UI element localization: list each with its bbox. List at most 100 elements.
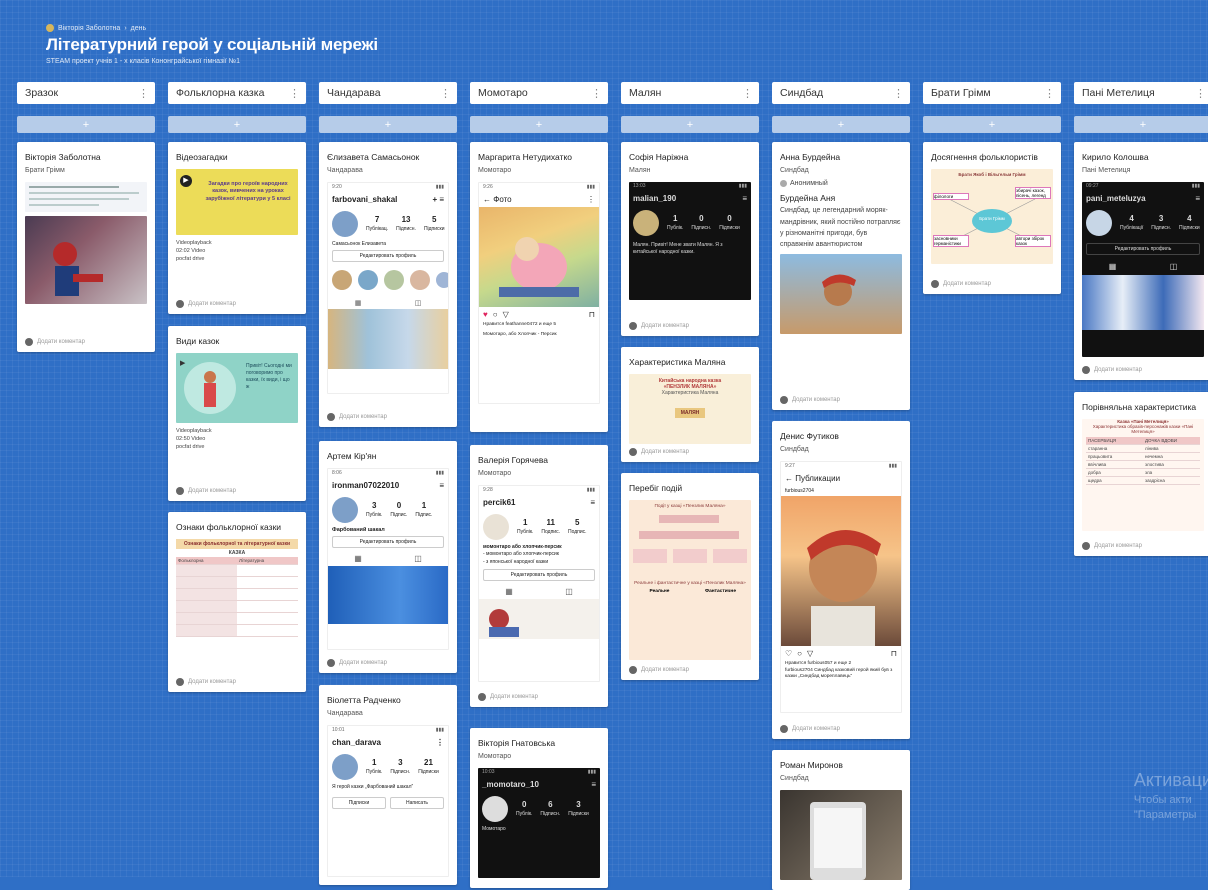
add-post-button[interactable]: + <box>772 116 910 133</box>
column-header[interactable]: Момотаро ⋮ <box>470 82 608 104</box>
table-row <box>176 588 298 601</box>
phone-in-hand <box>810 801 866 880</box>
post-card[interactable]: Вікторія Заболотна Брати Грімм Додати ко… <box>17 142 155 352</box>
profile-avatar <box>483 513 509 540</box>
add-comment-button[interactable]: Додати коментар <box>327 659 387 667</box>
column-momotaro: Момотаро ⋮ + Маргарита Нетудихатко Момота… <box>470 82 608 888</box>
post-card[interactable]: Роман Миронов Синдбад <box>772 750 910 890</box>
post-card[interactable]: Маргарита Нетудихатко Момотаро 9:26 ▮▮▮ ←… <box>470 142 608 432</box>
instagram-profile-screenshot: 10:01 ▮▮▮ chan_darava ⋮ 1 Публік. 3 Підписн.… <box>327 724 449 877</box>
more-vertical-icon[interactable]: ⋮ <box>289 87 300 100</box>
table-row <box>176 576 298 589</box>
more-vertical-icon[interactable]: ⋮ <box>440 87 451 100</box>
post-card[interactable]: Перебіг подій Події у казці «Пензлик Мал… <box>621 473 759 680</box>
add-comment-button[interactable]: Додати коментар <box>1082 542 1142 550</box>
photo-grid <box>479 599 599 640</box>
page-subtitle: STEAM проект учнів 1 - х класів Кононгра… <box>46 58 241 65</box>
post-card[interactable]: Ознаки фольклорної казки Ознаки фольклор… <box>168 512 306 692</box>
column-header[interactable]: Пані Метелиця ⋮ <box>1074 82 1208 104</box>
post-card[interactable]: Віолетта Радченко Чандарава 10:01 ▮▮▮ cha… <box>319 685 457 885</box>
profile-avatar <box>482 795 508 822</box>
add-post-button[interactable]: + <box>17 116 155 133</box>
post-card[interactable]: Досягнення фольклористів Брати Якоб і Ві… <box>923 142 1061 294</box>
card-title: Вікторія Заболотна <box>25 152 101 162</box>
post-card[interactable]: Софія Наріжна Малян 13:03 ▮▮▮ malian_190 ≡… <box>621 142 759 336</box>
video-caption: Привіт! Сьогодні ми поговоримо про казки… <box>246 362 292 390</box>
add-comment-button[interactable]: Додати коментар <box>931 280 991 288</box>
column-sindbad: Синдбад ⋮ + Анна Бурдейна Синдбад Анонимн… <box>772 82 910 890</box>
profile-avatar <box>332 496 358 523</box>
add-comment-button[interactable]: Додати коментар <box>629 666 689 674</box>
post-card[interactable]: Види казок ▶ Привіт! Сьогодні ми поговор… <box>168 326 306 501</box>
add-post-button[interactable]: + <box>923 116 1061 133</box>
add-comment-button[interactable]: Додати коментар <box>780 725 840 733</box>
play-icon[interactable]: ▶ <box>180 174 192 187</box>
comment-icon: ○ <box>797 648 803 658</box>
more-vertical-icon[interactable]: ⋮ <box>591 87 602 100</box>
add-post-button[interactable]: + <box>168 116 306 133</box>
add-post-button[interactable]: + <box>470 116 608 133</box>
card-subject: Синдбад <box>780 774 809 782</box>
more-vertical-icon[interactable]: ⋮ <box>742 87 753 100</box>
video-meta: Videoplayback 02:02 Video pocfat drive <box>176 239 212 263</box>
video-meta: Videoplayback 02:50 Video pocfat drive <box>176 427 212 451</box>
add-post-button[interactable]: + <box>1074 116 1208 133</box>
card-title: Відеозагадки <box>176 152 228 162</box>
post-card[interactable]: Кирило Колошва Пані Метелиця 09:27 ▮▮▮ pa… <box>1074 142 1208 380</box>
tagged-icon: ◫ <box>414 299 422 307</box>
post-card[interactable]: Вікторія Гнатовська Момотаро 10:03 ▮▮▮ _m… <box>470 728 608 888</box>
post-card[interactable]: Єлизавета Самасьонок Чандарава 9:20 ▮▮▮ f… <box>319 142 457 427</box>
post-card[interactable]: Валерія Горячева Момотаро 9:28 ▮▮▮ percik… <box>470 445 608 707</box>
instagram-post-screenshot: 9:26 ▮▮▮ ← Фото ⋮ ♥ ○ ▽ ⊓ Нравится feathanne0… <box>478 181 600 404</box>
video-thumbnail[interactable]: ▶ Привіт! Сьогодні ми поговоримо про каз… <box>176 352 298 423</box>
card-subject: Момотаро <box>478 752 512 760</box>
column-header[interactable]: Малян ⋮ <box>621 82 759 104</box>
back-arrow-icon: ← <box>483 194 494 204</box>
more-vertical-icon[interactable]: ⋮ <box>1195 87 1206 100</box>
column-zrazok: Зразок ⋮ + Вікторія Заболотна Брати Грімм… <box>17 82 155 352</box>
user-avatar-icon <box>478 693 486 701</box>
column-header[interactable]: Брати Грімм ⋮ <box>923 82 1061 104</box>
add-comment-button[interactable]: Додати коментар <box>327 413 387 421</box>
more-vertical-icon[interactable]: ⋮ <box>138 87 149 100</box>
instagram-profile-screenshot: 10:03 ▮▮▮ _momotaro_10 ≡ 0 Публік. 6 Підписн… <box>478 767 600 878</box>
column-header[interactable]: Фольклорна казка ⋮ <box>168 82 306 104</box>
post-card[interactable]: Відеозагадки ▶ Загадки про героїв народн… <box>168 142 306 314</box>
post-card[interactable]: Порівняльна характеристика Казка «Пані М… <box>1074 392 1208 556</box>
video-thumbnail[interactable]: ▶ Загадки про героїв народних казок, вив… <box>176 168 298 235</box>
post-heading: Бурдейна Аня <box>780 192 836 203</box>
post-image <box>781 495 901 646</box>
add-comment-button[interactable]: Додати коментар <box>176 300 236 308</box>
profile-avatar <box>332 210 358 237</box>
instagram-profile-screenshot: 9:20 ▮▮▮ farbovani_shakal + ≡ 7 Публікац. 1… <box>327 181 449 394</box>
breadcrumb-page[interactable]: день <box>131 25 147 32</box>
add-comment-button[interactable]: Додати коментар <box>176 487 236 495</box>
instagram-profile-screenshot: 8:06 ▮▮▮ ironman07022010 ≡ 3 Публік. 0 Підпи… <box>327 467 449 650</box>
column-header[interactable]: Синдбад ⋮ <box>772 82 910 104</box>
add-comment-button[interactable]: Додати коментар <box>478 693 538 701</box>
add-comment-button[interactable]: Додати коментар <box>176 678 236 686</box>
post-card[interactable]: Анна Бурдейна Синдбад Анонимный Бурдейна… <box>772 142 910 410</box>
post-card[interactable]: Характеристика Маляна Китайська народна … <box>621 347 759 462</box>
play-icon[interactable]: ▶ <box>180 359 185 367</box>
more-vertical-icon[interactable]: ⋮ <box>893 87 904 100</box>
grid-icon: ▦ <box>354 553 362 563</box>
more-vertical-icon[interactable]: ⋮ <box>1044 87 1055 100</box>
add-comment-button[interactable]: Додати коментар <box>780 396 840 404</box>
add-post-button[interactable]: + <box>319 116 457 133</box>
add-comment-button[interactable]: Додати коментар <box>1082 366 1142 374</box>
user-avatar[interactable] <box>46 24 54 32</box>
add-comment-button[interactable]: Додати коментар <box>25 338 85 346</box>
post-card[interactable]: Артем Кір'ян 8:06 ▮▮▮ ironman07022010 ≡ 3П… <box>319 441 457 673</box>
column-header[interactable]: Зразок ⋮ <box>17 82 155 104</box>
card-title: Анна Бурдейна <box>780 152 841 162</box>
sindbad-portrait <box>807 529 881 646</box>
instagram-profile-screenshot: 09:27 ▮▮▮ pani_meteluzya ≡ 4 Публікації 3 Пі… <box>1082 181 1204 357</box>
add-post-button[interactable]: + <box>621 116 759 133</box>
column-header[interactable]: Чандарава ⋮ <box>319 82 457 104</box>
add-comment-button[interactable]: Додати коментар <box>629 322 689 330</box>
breadcrumb-user[interactable]: Вікторія Заболотна <box>58 25 120 32</box>
add-comment-button[interactable]: Додати коментар <box>629 448 689 456</box>
post-card[interactable]: Денис Футиков Синдбад 9:27 ▮▮▮ ← Публикац… <box>772 421 910 739</box>
infographic-image: Події у казці «Пензлик Маляна» Реальне і… <box>629 499 751 660</box>
